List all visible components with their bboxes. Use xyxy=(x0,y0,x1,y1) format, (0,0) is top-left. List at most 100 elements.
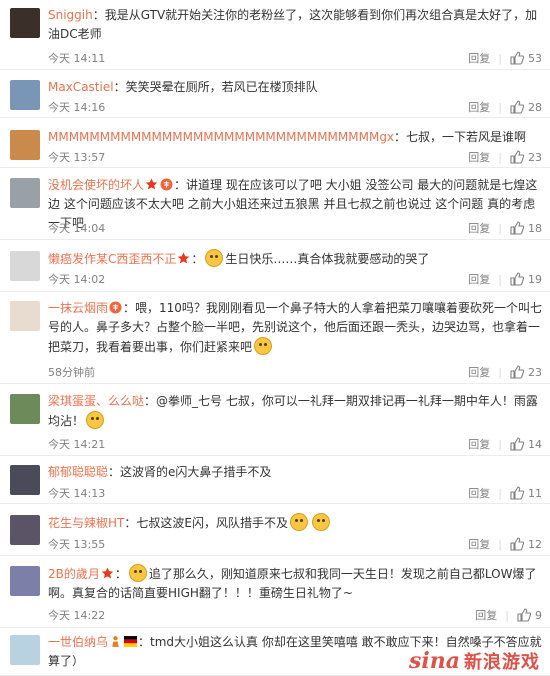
reply-button[interactable]: 回复 xyxy=(468,99,490,115)
comment-text: 这波肾的e闪大鼻子措手不及 xyxy=(120,465,272,479)
comment-item: 花生与辣椒HT：七叔这波E闪，风队措手不及今天 13:55 回复 | 12 xyxy=(0,504,550,556)
like-button[interactable]: 18 xyxy=(510,221,542,235)
action-divider: | xyxy=(498,51,502,65)
like-icon xyxy=(510,51,524,65)
like-count: 23 xyxy=(528,150,542,164)
comment-separator: ： xyxy=(144,394,157,408)
like-button[interactable]: 53 xyxy=(510,51,542,65)
avatar[interactable] xyxy=(10,394,40,424)
comment-body: Sniggih：我是从GTV就开始关注你的老粉丝了，这次能够看到你们再次组合真是… xyxy=(48,6,542,44)
comment-username[interactable]: 2B的歲月 xyxy=(48,567,100,581)
comment-username[interactable]: Sniggih xyxy=(48,8,93,22)
comment-body: 花生与辣椒HT：七叔这波E闪，风队措手不及 xyxy=(48,513,542,533)
comment-actions: 回复 | 18 xyxy=(468,220,542,236)
like-button[interactable]: 9 xyxy=(517,608,542,622)
avatar[interactable] xyxy=(10,80,40,110)
like-count: 19 xyxy=(528,272,542,286)
action-divider: | xyxy=(498,486,502,500)
reply-button[interactable]: 回复 xyxy=(468,149,490,165)
comment-username[interactable]: MaxCastiel xyxy=(48,80,114,94)
comment-separator: ： xyxy=(191,252,204,266)
like-button[interactable]: 11 xyxy=(510,486,542,500)
like-count: 14 xyxy=(528,437,542,451)
comment-text: 笑笑哭晕在厕所，若风已在楼顶排队 xyxy=(125,80,318,94)
like-icon xyxy=(510,100,524,114)
avatar[interactable] xyxy=(10,8,40,38)
comment-separator: ： xyxy=(174,178,187,192)
comment-username[interactable]: 懒癌发作某C西歪西不正 xyxy=(48,252,176,266)
reply-button[interactable]: 回复 xyxy=(468,50,490,66)
like-button[interactable]: 12 xyxy=(510,537,542,551)
comment-separator: ： xyxy=(394,130,407,144)
like-button[interactable]: 23 xyxy=(510,365,542,379)
reply-button[interactable]: 回复 xyxy=(475,607,497,623)
comment-username[interactable]: 郁郁聪聪聪 xyxy=(48,465,108,479)
comment-timestamp: 今天 14:02 xyxy=(48,273,106,286)
like-icon xyxy=(510,365,524,379)
laughing-face-emoji xyxy=(311,513,330,531)
like-count: 53 xyxy=(528,51,542,65)
like-icon xyxy=(510,486,524,500)
action-divider: | xyxy=(498,221,502,235)
comment-timestamp: 今天 13:57 xyxy=(48,151,106,164)
reply-button[interactable]: 回复 xyxy=(468,485,490,501)
comment-actions: 回复 | 11 xyxy=(468,485,542,501)
comment-actions: 回复 | 28 xyxy=(468,99,542,115)
comment-body: 一抹云烟雨 ：喂，110吗？我刚刚看见一个鼻子特大的人拿着把菜刀嚷嚷着要砍死一个叫… xyxy=(48,299,542,357)
like-button[interactable]: 23 xyxy=(510,150,542,164)
comment-item: 没机会使坏的坏人 ：讲道理 现在应该可以了吧 大小姐 没签公司 最大的问题就是七煌… xyxy=(0,168,550,240)
comment-body: 2B的歲月：追了那么久，刚知道原来七叔和我同一天生日！发现之前自己都LOW爆了啊… xyxy=(48,564,542,603)
comment-timestamp: 58分钟前 xyxy=(48,366,95,379)
comment-actions: 回复 | 23 xyxy=(468,149,542,165)
comment-timestamp: 今天 13:55 xyxy=(48,538,106,551)
comment-timestamp: 今天 14:11 xyxy=(48,52,106,65)
vip-badge-icon xyxy=(109,301,122,314)
comment-item: Sniggih：我是从GTV就开始关注你的老粉丝了，这次能够看到你们再次组合真是… xyxy=(0,0,550,70)
avatar[interactable] xyxy=(10,465,40,495)
comment-separator: ： xyxy=(123,301,136,315)
avatar[interactable] xyxy=(10,178,40,208)
reply-button[interactable]: 回复 xyxy=(468,436,490,452)
reply-button[interactable]: 回复 xyxy=(468,271,490,287)
comment-separator: ： xyxy=(113,80,126,94)
comment-item: MMMMMMMMMMMMMMMMMMMMMMMMMMMMMMMMgx：七叔，一下… xyxy=(0,118,550,168)
comment-text: 我是从GTV就开始关注你的老粉丝了，这次能够看到你们再次组合真是太好了，加油DC… xyxy=(48,8,538,41)
avatar[interactable] xyxy=(10,515,40,545)
like-button[interactable]: 28 xyxy=(510,100,542,114)
comment-timestamp: 今天 14:16 xyxy=(48,101,106,114)
like-icon xyxy=(517,608,531,622)
comment-username[interactable]: 一世伯纳乌 xyxy=(48,635,108,649)
comment-text: 七叔这波E闪，风队措手不及 xyxy=(136,516,288,530)
avatar[interactable] xyxy=(10,251,40,281)
reply-button[interactable]: 回复 xyxy=(468,364,490,380)
avatar[interactable] xyxy=(10,301,40,331)
germany-flag-icon xyxy=(124,636,138,647)
reply-button[interactable]: 回复 xyxy=(468,220,490,236)
like-button[interactable]: 14 xyxy=(510,437,542,451)
action-divider: | xyxy=(498,437,502,451)
avatar[interactable] xyxy=(10,635,40,665)
comment-separator: ： xyxy=(138,635,151,649)
star-badge-icon xyxy=(178,252,190,264)
comment-username[interactable]: 没机会使坏的坏人 xyxy=(48,178,144,192)
action-divider: | xyxy=(498,365,502,379)
action-divider: | xyxy=(498,537,502,551)
comment-username[interactable]: 花生与辣椒HT xyxy=(48,516,124,530)
star-badge-icon xyxy=(145,178,158,190)
reply-button[interactable]: 回复 xyxy=(468,536,490,552)
comment-actions: 回复 | 9 xyxy=(475,607,542,623)
comment-username[interactable]: 梁琪蛋蛋、么么哒 xyxy=(48,394,144,408)
star-badge-icon xyxy=(101,567,114,579)
comment-separator: ： xyxy=(114,567,127,581)
like-icon xyxy=(510,272,524,286)
comment-timestamp: 今天 14:21 xyxy=(48,438,106,451)
comment-username[interactable]: MMMMMMMMMMMMMMMMMMMMMMMMMMMMMMMMgx xyxy=(48,130,394,144)
comment-item: 梁琪蛋蛋、么么哒：@拳师_七号 七叔，你可以一礼拜一期双排记再一礼拜一期中年人！… xyxy=(0,384,550,456)
avatar[interactable] xyxy=(10,566,40,596)
like-count: 9 xyxy=(535,608,542,622)
action-divider: | xyxy=(498,100,502,114)
sad-face-emoji xyxy=(205,249,224,267)
avatar[interactable] xyxy=(10,130,40,160)
comment-username[interactable]: 一抹云烟雨 xyxy=(48,301,108,315)
like-button[interactable]: 19 xyxy=(510,272,542,286)
